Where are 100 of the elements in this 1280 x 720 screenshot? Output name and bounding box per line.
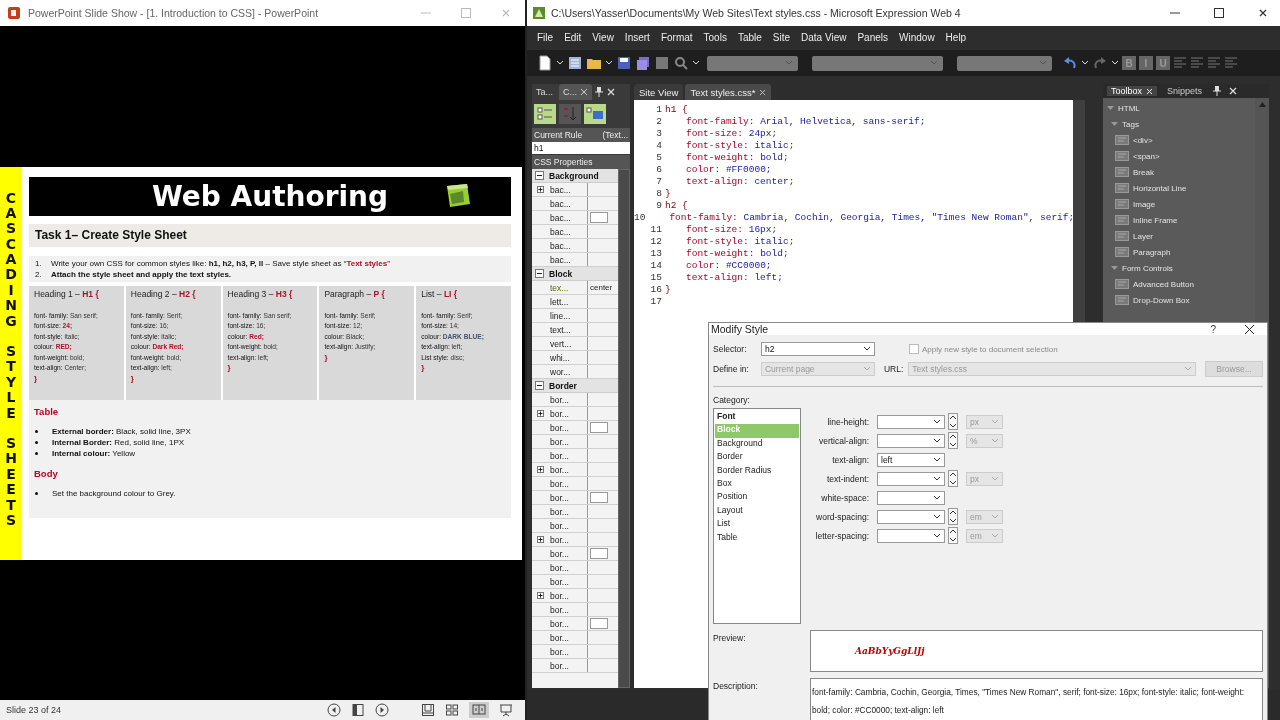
category-item[interactable]: Position — [715, 491, 799, 505]
selector-dropdown[interactable]: h2 — [761, 342, 875, 356]
toolbox-item[interactable]: <span> — [1133, 151, 1160, 161]
caret-icon[interactable] — [556, 59, 564, 67]
tree-group[interactable]: Tags — [1122, 119, 1139, 129]
new-page-icon[interactable] — [537, 55, 553, 71]
value-dropdown[interactable]: left — [877, 452, 945, 467]
toolbox-item[interactable]: Horizontal Line — [1133, 183, 1187, 193]
close-icon[interactable] — [606, 87, 617, 97]
category-item[interactable]: List — [715, 518, 799, 532]
menu-item[interactable]: Help — [940, 28, 973, 46]
maximize-icon[interactable] — [1214, 8, 1224, 18]
category-item[interactable]: Box — [715, 477, 799, 492]
grid-view-icon[interactable] — [445, 703, 459, 717]
toolbox-item[interactable]: Break — [1133, 167, 1154, 177]
undo-icon[interactable] — [1062, 55, 1078, 71]
expand-icon[interactable] — [537, 592, 544, 599]
menu-item[interactable]: View — [587, 28, 620, 46]
close-icon[interactable] — [1228, 86, 1239, 96]
menu-item[interactable]: Site — [767, 28, 797, 46]
scrollbar[interactable] — [618, 169, 630, 688]
pin-icon[interactable] — [1212, 86, 1223, 96]
category-item[interactable]: Border — [715, 451, 799, 465]
property-name: bac... — [550, 212, 572, 223]
list-icon[interactable] — [584, 104, 606, 124]
expand-icon[interactable] — [537, 410, 544, 417]
expand-icon[interactable] — [537, 536, 544, 543]
caret-icon — [991, 474, 999, 483]
caret-icon[interactable] — [1081, 59, 1089, 67]
spinner-icon[interactable] — [948, 432, 958, 449]
normal-view-icon[interactable] — [421, 703, 435, 717]
close-icon[interactable] — [1244, 323, 1255, 335]
next-icon[interactable] — [375, 703, 389, 717]
category-item[interactable]: Font — [715, 411, 799, 425]
expand-icon[interactable] — [537, 186, 544, 193]
line-number: 7 — [655, 175, 663, 187]
color-swatch[interactable] — [590, 618, 608, 629]
tool-icon — [1115, 198, 1129, 210]
collapse-icon[interactable] — [535, 381, 544, 390]
menu-item[interactable]: Table — [732, 28, 768, 46]
category-item[interactable]: Layout — [715, 504, 799, 519]
category-item[interactable]: Table — [715, 531, 799, 545]
style-dropdown[interactable] — [812, 55, 943, 71]
category-item[interactable]: Background — [715, 437, 799, 452]
collapse-icon[interactable] — [535, 269, 544, 278]
panel-tab[interactable]: Snippets — [1163, 86, 1207, 96]
document-tab[interactable]: Text styles.css* — [685, 84, 772, 100]
color-swatch[interactable] — [590, 548, 608, 559]
collapse-icon[interactable] — [535, 171, 544, 180]
tree-group[interactable]: Form Controls — [1122, 263, 1173, 273]
caret-icon[interactable] — [692, 59, 700, 67]
menu-item[interactable]: Edit — [559, 28, 588, 46]
toolbox-item[interactable]: Image — [1133, 199, 1156, 209]
menu-item[interactable]: Data View — [796, 28, 853, 46]
menu-item[interactable]: Window — [894, 28, 941, 46]
tree-group[interactable]: HTML — [1118, 103, 1140, 113]
panel-tab[interactable]: Toolbox — [1107, 86, 1158, 96]
spinner-icon[interactable] — [948, 413, 958, 430]
spinner-icon[interactable] — [948, 527, 958, 544]
toolbox-item[interactable]: Layer — [1133, 231, 1153, 241]
menu-item[interactable]: Panels — [852, 28, 895, 46]
document-icon[interactable] — [567, 55, 583, 71]
toolbox-item[interactable]: Drop-Down Box — [1133, 295, 1190, 305]
document-tab[interactable]: Site View — [634, 84, 684, 100]
stack-icon[interactable] — [635, 55, 651, 71]
rule-field[interactable]: h1 — [532, 142, 630, 154]
toolbox-item[interactable]: <div> — [1133, 135, 1153, 145]
category-item[interactable]: Border Radius — [715, 464, 799, 478]
save-icon[interactable] — [616, 55, 632, 71]
menu-item[interactable]: Tools — [698, 28, 733, 46]
menu-item[interactable]: Format — [655, 28, 699, 46]
caret-icon[interactable] — [1111, 59, 1119, 67]
panel-tab[interactable]: C... — [559, 84, 593, 100]
reading-view-icon[interactable] — [469, 702, 489, 718]
color-swatch[interactable] — [590, 212, 608, 223]
color-swatch[interactable] — [590, 492, 608, 503]
help-button[interactable]: ? — [1210, 323, 1216, 335]
spinner-icon[interactable] — [948, 508, 958, 525]
toolbox-item[interactable]: Paragraph — [1133, 247, 1171, 257]
property-name: bor... — [550, 394, 570, 405]
toolbox-item[interactable]: Inline Frame — [1133, 215, 1178, 225]
checkbox[interactable] — [909, 344, 919, 354]
previous-icon[interactable] — [327, 703, 341, 717]
spinner-icon[interactable] — [948, 470, 958, 487]
caret-icon[interactable] — [605, 59, 613, 67]
square-icon[interactable] — [654, 55, 670, 71]
style-dropdown[interactable] — [707, 55, 798, 71]
magnifier-icon[interactable] — [673, 55, 689, 71]
pin-icon[interactable] — [594, 87, 605, 97]
close-icon[interactable] — [1258, 8, 1268, 18]
style-dropdown[interactable] — [957, 55, 1052, 71]
code-line: } — [665, 283, 671, 295]
panel-icon[interactable] — [351, 703, 365, 717]
menu-item[interactable]: File — [532, 28, 560, 46]
app-icon — [8, 7, 20, 19]
color-swatch[interactable] — [590, 422, 608, 433]
slideshow-icon[interactable] — [499, 703, 513, 717]
menu-item[interactable]: Insert — [619, 28, 656, 46]
expand-icon[interactable] — [537, 466, 544, 473]
toolbox-item[interactable]: Advanced Button — [1133, 279, 1194, 289]
